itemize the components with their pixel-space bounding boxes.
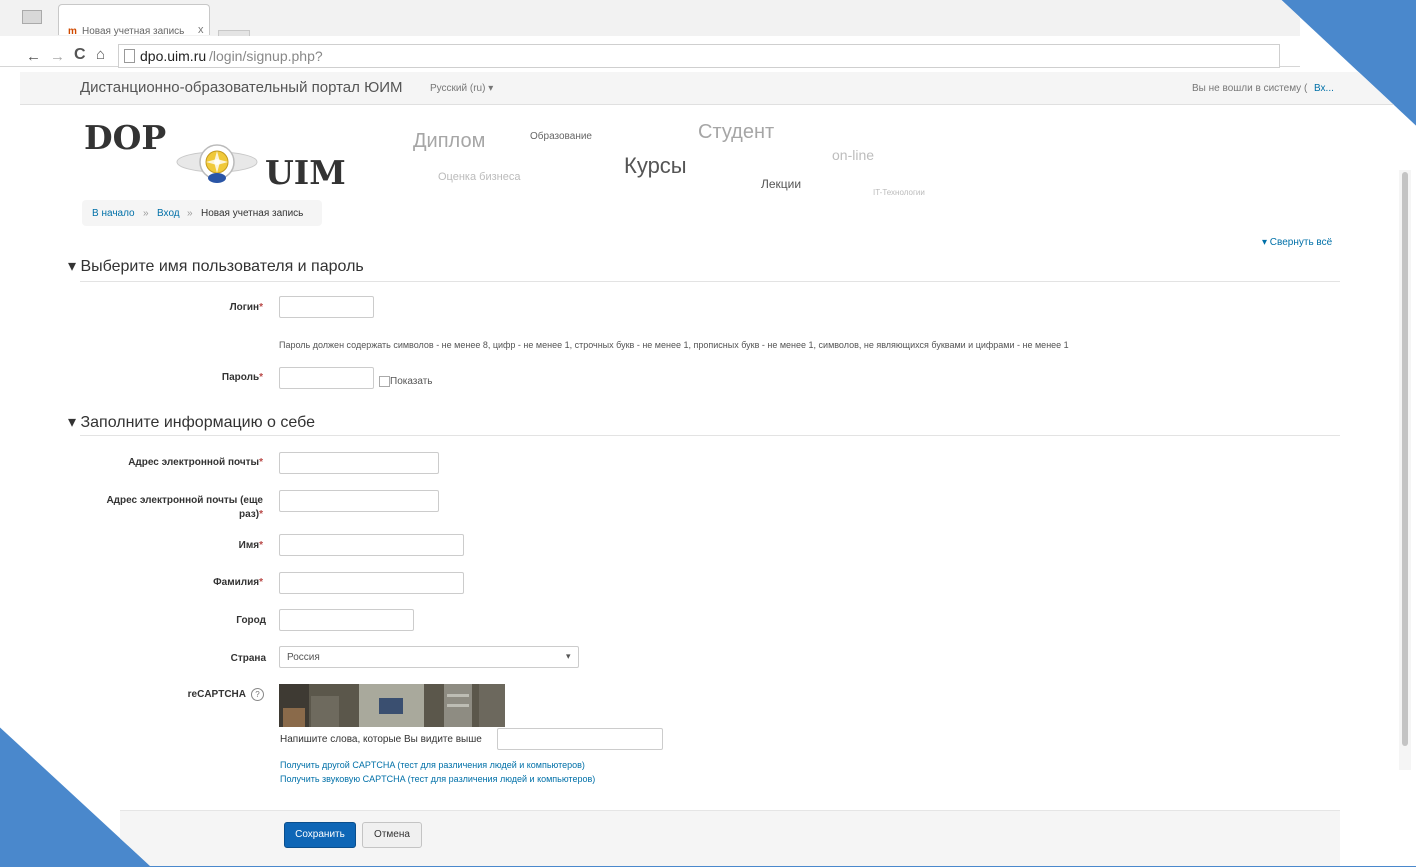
required-mark: * xyxy=(259,457,263,468)
screenshot-frame: m Новая учетная запись x ← → C ⌂ dpo.uim… xyxy=(0,0,1416,866)
username-label: Логин* xyxy=(229,302,263,313)
logo-text-top: DOP xyxy=(84,118,167,157)
tag-diplom[interactable]: Диплом xyxy=(413,130,485,153)
forward-arrow-icon[interactable]: → xyxy=(50,48,65,65)
required-mark: * xyxy=(259,302,263,313)
save-button[interactable]: Сохранить xyxy=(284,822,356,848)
password-label: Пароль* xyxy=(221,372,263,383)
country-select-value[interactable]: Россия xyxy=(287,652,320,663)
firstname-label: Имя* xyxy=(238,540,263,551)
password-input[interactable] xyxy=(279,367,374,389)
breadcrumb-current: Новая учетная запись xyxy=(201,208,304,219)
collapse-all-link[interactable]: ▾ Свернуть всё xyxy=(1262,237,1332,248)
back-arrow-icon[interactable]: ← xyxy=(26,48,41,65)
breadcrumb-login-link[interactable]: Вход xyxy=(157,208,180,219)
tag-it[interactable]: IT-Технологии xyxy=(873,188,925,197)
section-divider xyxy=(80,435,1340,436)
login-link[interactable]: Вх... xyxy=(1314,83,1334,94)
firstname-input[interactable] xyxy=(279,534,464,556)
cancel-button[interactable]: Отмена xyxy=(362,822,422,848)
url-host[interactable]: dpo.uim.ru xyxy=(140,48,206,64)
logo-text-bottom: UIM xyxy=(265,153,346,192)
tag-online[interactable]: on-line xyxy=(832,147,874,163)
section-credentials-title[interactable]: ▾ Выберите имя пользователя и пароль xyxy=(68,256,364,276)
page-icon xyxy=(124,49,135,63)
section-profile-title[interactable]: ▾ Заполните информацию о себе xyxy=(68,412,315,432)
logo-emblem-icon xyxy=(176,144,258,183)
required-mark: * xyxy=(259,509,263,520)
city-input[interactable] xyxy=(279,609,414,631)
country-select[interactable] xyxy=(279,646,579,668)
captcha-image xyxy=(279,684,505,727)
window-icon xyxy=(22,10,42,24)
tag-education[interactable]: Образование xyxy=(530,131,592,142)
required-mark: * xyxy=(259,372,263,383)
breadcrumb-home-link[interactable]: В начало xyxy=(92,208,135,219)
captcha-input[interactable] xyxy=(497,728,663,750)
country-label: Страна xyxy=(230,653,266,664)
breadcrumb-separator: » xyxy=(187,208,193,219)
lastname-label: Фамилия* xyxy=(213,577,263,588)
site-brand-link[interactable]: Дистанционно-образовательный портал ЮИМ xyxy=(80,79,403,96)
email-confirm-label: Адрес электронной почты (еще раз)* xyxy=(106,495,263,520)
section-divider xyxy=(80,281,1340,282)
captcha-audio-link[interactable]: Получить звуковую CAPTCHA (тест для разл… xyxy=(280,774,595,784)
tag-courses[interactable]: Курсы xyxy=(624,153,687,179)
email-confirm-input[interactable] xyxy=(279,490,439,512)
email-input[interactable] xyxy=(279,452,439,474)
city-label: Город xyxy=(236,615,266,626)
language-menu[interactable]: Русский (ru) ▾ xyxy=(430,83,493,94)
show-password-label[interactable]: Показать xyxy=(390,376,433,387)
password-policy-text: Пароль должен содержать символов - не ме… xyxy=(279,340,1069,350)
username-input[interactable] xyxy=(279,296,374,318)
breadcrumb-separator: » xyxy=(143,208,149,219)
reload-icon[interactable]: C xyxy=(74,46,86,64)
scrollbar-thumb[interactable] xyxy=(1402,172,1408,746)
captcha-prompt: Напишите слова, которые Вы видите выше xyxy=(280,734,482,745)
recaptcha-label: reCAPTCHA xyxy=(187,689,246,700)
tab-close-icon[interactable]: x xyxy=(198,24,204,36)
required-mark: * xyxy=(259,540,263,551)
url-path[interactable]: /login/signup.php? xyxy=(209,48,323,64)
tag-lectures[interactable]: Лекции xyxy=(761,177,801,191)
lastname-input[interactable] xyxy=(279,572,464,594)
login-status: Вы не вошли в систему ( xyxy=(1192,83,1308,94)
chevron-down-icon[interactable]: ▾ xyxy=(566,651,571,662)
tag-business-valuation[interactable]: Оценка бизнеса xyxy=(438,171,520,183)
email-label: Адрес электронной почты* xyxy=(128,457,263,468)
captcha-other-link[interactable]: Получить другой CAPTCHA (тест для различ… xyxy=(280,760,585,770)
show-password-checkbox[interactable] xyxy=(379,376,390,387)
help-icon[interactable]: ? xyxy=(251,688,264,701)
tag-student[interactable]: Студент xyxy=(698,121,774,144)
required-mark: * xyxy=(259,577,263,588)
home-icon[interactable]: ⌂ xyxy=(96,46,105,63)
